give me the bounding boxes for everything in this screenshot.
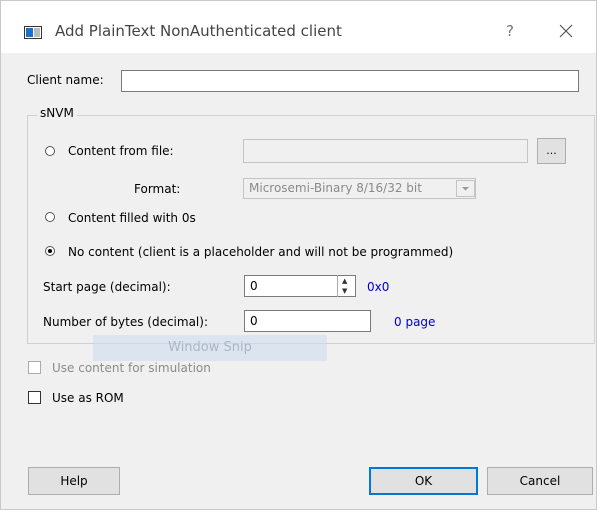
snvm-group-title: sNVM xyxy=(37,106,77,120)
browse-button[interactable]: ... xyxy=(537,138,566,164)
use-content-simulation-checkbox[interactable] xyxy=(28,361,41,374)
content-file-path-input[interactable] xyxy=(243,139,528,163)
client-name-label: Client name: xyxy=(27,73,104,87)
cancel-button[interactable]: Cancel xyxy=(487,467,593,495)
close-icon[interactable] xyxy=(554,19,578,43)
title-bar: Add PlainText NonAuthenticated client ? xyxy=(1,1,596,53)
spin-up-icon[interactable]: ▲ xyxy=(342,277,347,285)
window-snip-overlay: Window Snip xyxy=(93,335,327,361)
use-as-rom-checkbox[interactable] xyxy=(28,391,41,404)
help-button[interactable]: Help xyxy=(28,467,120,495)
start-page-spinner[interactable]: ▲ ▼ xyxy=(337,275,355,297)
content-filled-zeros-label: Content filled with 0s xyxy=(68,211,196,225)
dialog-window: Add PlainText NonAuthenticated client ? … xyxy=(0,0,597,510)
help-question-icon[interactable]: ? xyxy=(499,20,521,42)
start-page-label: Start page (decimal): xyxy=(43,280,171,294)
use-content-simulation-label: Use content for simulation xyxy=(52,361,211,375)
num-bytes-pages: 0 page xyxy=(394,315,436,329)
spin-down-icon[interactable]: ▼ xyxy=(342,287,347,295)
ok-button[interactable]: OK xyxy=(369,467,478,495)
no-content-label: No content (client is a placeholder and … xyxy=(68,245,454,259)
content-from-file-label: Content from file: xyxy=(68,144,174,158)
client-name-input[interactable] xyxy=(121,70,579,92)
content-from-file-radio[interactable] xyxy=(45,146,55,156)
no-content-radio[interactable] xyxy=(45,246,55,256)
window-title: Add PlainText NonAuthenticated client xyxy=(55,22,342,40)
content-filled-zeros-radio[interactable] xyxy=(45,212,55,222)
app-icon xyxy=(24,26,42,39)
num-bytes-input[interactable]: 0 xyxy=(244,310,371,332)
format-label: Format: xyxy=(134,182,181,196)
num-bytes-label: Number of bytes (decimal): xyxy=(43,315,208,329)
start-page-hex: 0x0 xyxy=(367,280,390,294)
use-as-rom-label: Use as ROM xyxy=(52,391,124,405)
chevron-down-icon[interactable] xyxy=(456,180,475,197)
format-select[interactable]: Microsemi-Binary 8/16/32 bit xyxy=(243,178,476,199)
